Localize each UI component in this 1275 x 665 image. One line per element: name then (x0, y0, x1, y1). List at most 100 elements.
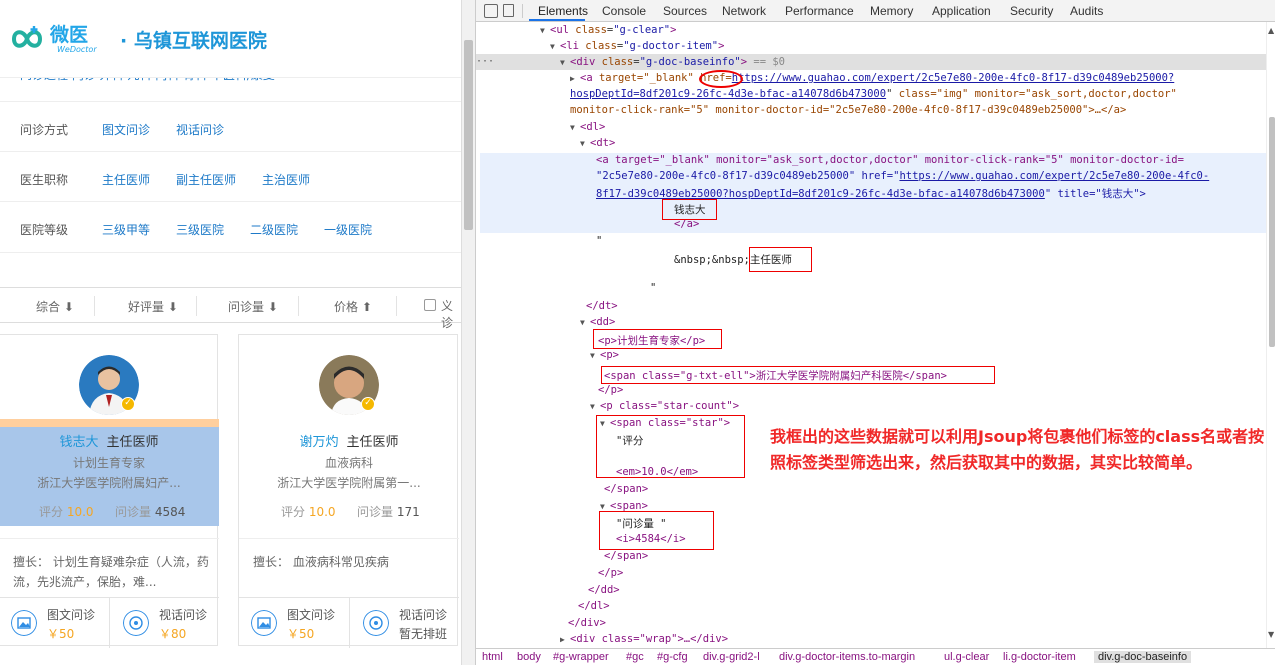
dom-node-div-baseinfo[interactable]: ▼ <div class="g-doc-baseinfo"> == $0 (560, 56, 785, 68)
dom-node-ul[interactable]: ▼ <ul class="g-clear"> (540, 24, 676, 36)
filter-option[interactable]: 二级医院 (250, 221, 298, 238)
sort-comprehensive[interactable]: 综合 ⬇ (36, 298, 74, 315)
service-name[interactable]: 图文问诊 (287, 606, 335, 623)
tab-console[interactable]: Console (602, 4, 646, 18)
breadcrumb-item[interactable]: div.g-grid2-l (703, 651, 760, 663)
sort-consult-count[interactable]: 问诊量 ⬇ (228, 298, 278, 315)
filter-option[interactable]: 副主任医师 (176, 171, 236, 188)
tab-application[interactable]: Application (932, 4, 991, 18)
dom-node-p-star-count[interactable]: ▼ <p class="star-count"> (590, 400, 739, 412)
breadcrumb-item[interactable]: #g-wrapper (553, 651, 609, 663)
image-text-icon[interactable] (251, 610, 277, 636)
filter-option[interactable]: 图文问诊 (102, 121, 150, 138)
video-call-icon[interactable] (363, 610, 389, 636)
logo-text[interactable]: 微医 (50, 20, 88, 47)
breadcrumb-item[interactable]: body (517, 651, 541, 663)
sort-bar: 综合 ⬇ 好评量 ⬇ 问诊量 ⬇ 价格 ⬆ 义诊 (0, 287, 461, 330)
filter-option[interactable]: 主任医师 (102, 171, 150, 188)
filter-option[interactable]: 主治医师 (262, 171, 310, 188)
scroll-up-arrow-icon[interactable]: ▲ (1268, 26, 1274, 35)
doctor-name[interactable]: 钱志大 (59, 435, 98, 450)
rating-label: 评分 (39, 505, 64, 519)
node-menu-icon[interactable]: ··· (476, 56, 494, 67)
rating-value: 10.0 (308, 505, 336, 519)
dom-node-dl[interactable]: ▼ <dl> (570, 121, 605, 133)
dom-node-a-img[interactable]: ▶ <a target="_blank" href=https://www.gua… (570, 72, 1174, 84)
service-name[interactable]: 视话问诊 (159, 606, 207, 623)
filter-option[interactable]: 一级医院 (324, 221, 372, 238)
breadcrumb-item[interactable]: li.g-doctor-item (1003, 651, 1076, 663)
scrollbar-thumb[interactable] (1269, 117, 1275, 347)
annotation-note: 我框出的这些数据就可以利用Jsoup将包裹他们标签的class名或者按照标签类型… (770, 427, 1265, 472)
website-pane: 问诊过程 门诊 外科 儿科 内科 骨科 中医科/康复 问诊方式 图文问诊 视话问… (0, 0, 461, 665)
verified-badge-icon: ✓ (121, 397, 135, 411)
dom-node-dd-close: </dd> (588, 584, 620, 596)
sort-rating[interactable]: 好评量 ⬇ (128, 298, 178, 315)
annotation-oval-href (699, 70, 743, 88)
doctor-consult-count: 问诊量 4584 (115, 503, 185, 520)
free-consult-checkbox[interactable] (424, 299, 436, 311)
dom-tree-scrollbar[interactable]: ▲ ▼ (1266, 22, 1275, 648)
count-value: 4584 (154, 505, 186, 519)
toolbar-separator (522, 4, 523, 18)
dom-node-p-close: </p> (598, 384, 624, 396)
filter-label: 问诊方式 (20, 123, 69, 137)
doctor-name[interactable]: 谢万灼 (299, 435, 338, 450)
tab-performance[interactable]: Performance (785, 4, 854, 18)
breadcrumb-item[interactable]: #g-cfg (657, 651, 688, 663)
dom-node-div-wrap[interactable]: ▶ <div class="wrap">…</div> (560, 633, 728, 645)
image-text-icon[interactable] (11, 610, 37, 636)
divider (349, 598, 350, 648)
scrollbar-thumb[interactable] (464, 40, 473, 230)
breadcrumb-item-selected[interactable]: div.g-doc-baseinfo (1094, 651, 1192, 663)
dom-node-p-close: </p> (598, 567, 624, 579)
dom-node-li[interactable]: ▼ <li class="g-doctor-item"> (550, 40, 724, 52)
filter-label: 医生职称 (20, 173, 69, 187)
tab-security[interactable]: Security (1010, 4, 1053, 18)
dom-node-dl-close: </dl> (578, 600, 610, 612)
video-call-icon[interactable] (123, 610, 149, 636)
breadcrumb: html body #g-wrapper #gc #g-cfg div.g-gr… (476, 648, 1275, 665)
service-name[interactable]: 图文问诊 (47, 606, 95, 623)
doctor-card[interactable]: ✓ 谢万灼 主任医师 血液病科 浙江大学医学院附属第一... 评分 10.0 问诊… (238, 334, 459, 648)
count-label: 问诊量 (115, 505, 152, 519)
filter-option[interactable]: 三级甲等 (102, 221, 150, 238)
tab-audits[interactable]: Audits (1070, 4, 1103, 18)
wedoctor-logo-icon[interactable] (10, 22, 44, 56)
annotation-box-dept (593, 329, 722, 349)
active-tab-indicator (529, 19, 585, 21)
doctor-card[interactable]: ✓ 钱志大 主任医师 计划生育专家 浙江大学医学院附属妇产... 评分 10.0 … (0, 334, 219, 648)
page-scrollbar[interactable] (461, 0, 475, 665)
divider (0, 151, 461, 152)
rating-value: 10.0 (66, 505, 94, 519)
filter-option[interactable]: 三级医院 (176, 221, 224, 238)
dom-node-dd[interactable]: ▼ <dd> (580, 316, 615, 328)
tab-elements[interactable]: Elements (538, 4, 588, 18)
inspect-element-icon[interactable] (484, 4, 498, 18)
dom-node-dt[interactable]: ▼ <dt> (580, 137, 615, 149)
doctor-title: 主任医师 (346, 435, 399, 450)
device-toolbar-icon[interactable] (503, 4, 514, 17)
sort-separator (396, 296, 397, 316)
rating-label: 评分 (281, 505, 306, 519)
filter-option[interactable]: 视话问诊 (176, 121, 224, 138)
filter-label: 医院等级 (20, 223, 69, 237)
service-price: ￥80 (159, 627, 187, 641)
dom-node-p[interactable]: ▼ <p> (590, 349, 619, 361)
sort-price[interactable]: 价格 ⬆ (334, 298, 372, 315)
breadcrumb-item[interactable]: html (482, 651, 503, 663)
sort-separator (298, 296, 299, 316)
breadcrumb-item[interactable]: ul.g-clear (944, 651, 989, 663)
tab-network[interactable]: Network (722, 4, 766, 18)
scroll-down-arrow-icon[interactable]: ▼ (1268, 630, 1274, 639)
dom-node-dt-close: </dt> (586, 300, 618, 312)
tab-memory[interactable]: Memory (870, 4, 913, 18)
service-name[interactable]: 视话问诊 (399, 606, 447, 623)
doctor-specialty: 擅长： 计划生育疑难杂症（人流，药流，先兆流产，保胎，难... (13, 555, 209, 589)
breadcrumb-item[interactable]: div.g-doctor-items.to-margin (779, 651, 915, 663)
tab-sources[interactable]: Sources (663, 4, 707, 18)
annotation-box-name (662, 199, 717, 220)
service-price: ￥50 (47, 627, 75, 641)
dom-node-a-name[interactable]: <a target="_blank" monitor="ask_sort,doc… (596, 154, 1184, 166)
breadcrumb-item[interactable]: #gc (626, 651, 644, 663)
